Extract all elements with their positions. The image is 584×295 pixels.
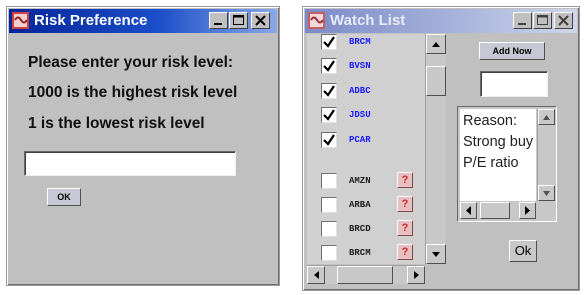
checkbox-checked[interactable] [321,58,337,74]
check-icon [323,109,335,121]
arrow-up-icon [543,115,550,120]
ticker-label: JDSU [349,110,371,120]
close-button[interactable] [251,12,270,29]
maximize-button[interactable] [229,12,248,29]
add-ticker-input[interactable] [480,71,548,97]
scroll-right-button[interactable] [407,266,425,284]
checkbox[interactable] [321,197,337,213]
list-horizontal-scrollbar[interactable] [307,265,425,284]
arrow-right-icon [414,271,419,279]
scroll-up-button[interactable] [426,34,446,54]
check-icon [323,134,335,146]
scroll-left-button[interactable] [307,266,325,284]
ticker-label: ADBC [349,86,371,96]
watch-list-window: Watch List BRCM BVSN ADBC JDSU PCAR AMZN… [302,6,580,291]
risk-prompt-line-1: Please enter your risk level: [28,54,234,71]
checkbox-checked[interactable] [321,107,337,123]
app-icon [308,12,325,29]
scroll-left-button[interactable] [460,202,477,219]
scroll-thumb[interactable] [426,66,446,96]
scroll-down-button[interactable] [426,244,446,264]
list-item-checked[interactable]: PCAR [307,130,411,154]
arrow-down-icon [432,252,440,257]
list-item[interactable]: BRCD ? [307,217,413,241]
reason-text[interactable]: Reason: Strong buy P/E ratio [460,109,536,201]
risk-prompt-line-2: 1000 is the highest risk level [28,84,238,101]
scroll-down-button[interactable] [538,185,555,201]
checkbox[interactable] [321,245,337,261]
ticker-label: BVSN [349,61,371,71]
arrow-left-icon [314,271,319,279]
info-button[interactable]: ? [397,172,413,188]
risk-window-title: Risk Preference [34,12,148,29]
maximize-icon [233,15,244,25]
reason-text-area[interactable]: Reason: Strong buy P/E ratio [457,106,557,222]
risk-ok-button[interactable]: OK [47,188,81,206]
scroll-thumb[interactable] [337,266,393,284]
watch-title-bar[interactable]: Watch List [305,9,577,33]
ticker-label: BRCD [349,224,371,234]
app-icon [12,12,29,29]
close-button[interactable] [554,12,573,29]
check-icon [323,60,335,72]
list-item-checked[interactable]: JDSU [307,105,411,129]
watch-ok-button[interactable]: Ok [509,240,537,262]
list-item[interactable]: AMZN ? [307,169,413,193]
minimize-button[interactable] [209,12,228,29]
info-button[interactable]: ? [397,244,413,260]
ticker-label: AMZN [349,176,371,186]
minimize-button[interactable] [513,12,532,29]
list-item-checked[interactable]: ADBC [307,81,411,105]
scroll-right-button[interactable] [519,202,536,219]
ticker-label: BRCM [349,248,371,258]
arrow-right-icon [525,206,530,215]
minimize-icon [518,23,526,25]
close-icon [255,15,266,26]
info-button[interactable]: ? [397,196,413,212]
minimize-icon [214,23,222,25]
arrow-left-icon [466,206,471,215]
risk-title-bar[interactable]: Risk Preference [9,9,277,33]
arrow-up-icon [432,42,440,47]
checkbox-checked[interactable] [321,34,337,50]
list-item-checked[interactable]: BRCM [307,34,411,56]
ticker-label: BRCM [349,37,371,47]
risk-prompt-line-3: 1 is the lowest risk level [28,115,205,132]
list-item-checked[interactable]: BVSN [307,56,411,80]
reason-line: Strong buy [463,134,534,150]
close-icon [558,15,569,26]
list-vertical-scrollbar[interactable] [425,34,446,264]
scroll-up-button[interactable] [538,109,555,125]
checkbox[interactable] [321,221,337,237]
stock-list[interactable]: BRCM BVSN ADBC JDSU PCAR AMZN ? ARBA ? B… [307,34,425,264]
checkbox[interactable] [321,173,337,189]
info-button[interactable]: ? [397,220,413,236]
check-icon [323,85,335,97]
list-item[interactable]: ARBA ? [307,193,413,217]
ticker-label: ARBA [349,200,371,210]
checkbox-checked[interactable] [321,132,337,148]
arrow-down-icon [543,191,550,196]
maximize-icon [537,15,548,25]
reason-line: Reason: [463,113,518,129]
checkbox-checked[interactable] [321,83,337,99]
reason-vertical-scrollbar[interactable] [537,109,555,201]
risk-preference-window: Risk Preference Please enter your risk l… [6,6,280,286]
maximize-button[interactable] [533,12,552,29]
reason-line: P/E ratio [463,155,519,171]
add-now-button[interactable]: Add Now [479,42,545,60]
ticker-label: PCAR [349,135,371,145]
risk-level-input[interactable] [24,151,236,176]
watch-window-title: Watch List [330,12,406,29]
reason-horizontal-scrollbar[interactable] [460,202,536,219]
check-icon [323,36,335,48]
scroll-thumb[interactable] [480,202,510,219]
list-item[interactable]: BRCM ? [307,241,413,264]
